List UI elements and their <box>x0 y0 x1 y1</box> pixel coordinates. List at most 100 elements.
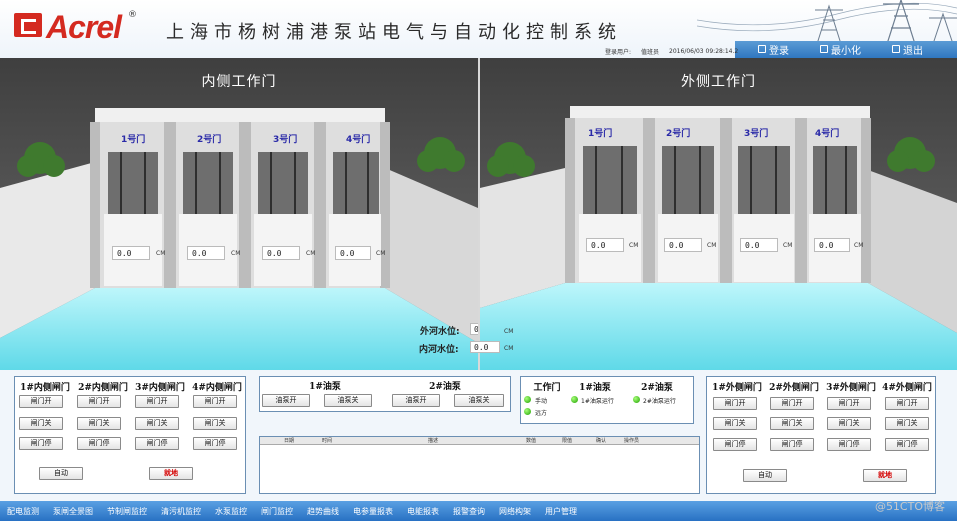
inner-gate-4-close-button[interactable]: 闸门关 <box>193 417 237 430</box>
nav-distribution[interactable]: 配电监测 <box>0 506 46 517</box>
outer-local-button[interactable]: 就地 <box>863 469 907 482</box>
inner-auto-button[interactable]: 自动 <box>39 467 83 480</box>
exit-label: 退出 <box>903 45 923 57</box>
outer-gate-1-label: 1号门 <box>588 129 613 139</box>
event-log-table: 日期 时间 描述 数值 限值 确认 操作员 <box>259 436 700 494</box>
outer-gate-3-open-button[interactable]: 闸门开 <box>827 397 871 410</box>
inner-scene-drawing <box>0 58 478 370</box>
status-pump2-header: 2#油泵 <box>641 383 673 393</box>
work-gate-header: 工作门 <box>533 383 561 393</box>
pump1-header: 1#油泵 <box>309 382 341 392</box>
inner-river-level-value: 0.0 <box>470 341 500 353</box>
watermark: @51CTO博客 <box>874 500 945 513</box>
outer-gate-3-label: 3号门 <box>744 129 769 139</box>
inner-level-unit: CM <box>504 345 514 352</box>
inner-gate-3-close-button[interactable]: 闸门关 <box>135 417 179 430</box>
pump2-run-indicator-icon <box>633 396 640 403</box>
inner-col-4-header: 4#内侧闸门 <box>192 383 242 393</box>
status-pump1-header: 1#油泵 <box>579 383 611 393</box>
col-confirm: 确认 <box>596 438 607 444</box>
inner-gate-4-reading: 0.0 <box>335 246 371 260</box>
inner-river-level-label: 内河水位: <box>419 345 459 355</box>
outer-gate-4-close-button[interactable]: 闸门关 <box>885 417 929 430</box>
inner-local-button[interactable]: 就地 <box>149 467 193 480</box>
nav-network[interactable]: 网络构架 <box>492 506 538 517</box>
outer-gate-1-open-button[interactable]: 闸门开 <box>713 397 757 410</box>
nav-alarm[interactable]: 报警查询 <box>446 506 492 517</box>
outer-gate-2-stop-button[interactable]: 闸门停 <box>770 438 814 451</box>
pump2-run-label: 2#油泵运行 <box>643 398 676 405</box>
pump2-header: 2#油泵 <box>429 382 461 392</box>
inner-gate-3-open-button[interactable]: 闸门开 <box>135 395 179 408</box>
outer-gate-2-open-button[interactable]: 闸门开 <box>770 397 814 410</box>
inner-gate-2-open-button[interactable]: 闸门开 <box>77 395 121 408</box>
minimize-icon <box>820 45 828 53</box>
datetime: 2016/06/03 09:28:14.2 <box>669 47 739 55</box>
nav-trash-rack[interactable]: 清污机监控 <box>154 506 208 517</box>
nav-overview[interactable]: 泵闸全景图 <box>46 506 100 517</box>
outer-gate-1-close-button[interactable]: 闸门关 <box>713 417 757 430</box>
outer-gate-2-label: 2号门 <box>666 129 691 139</box>
pump2-start-button[interactable]: 油泵开 <box>392 394 440 407</box>
inner-gate-1-close-button[interactable]: 闸门关 <box>19 417 63 430</box>
inner-gate-2-stop-button[interactable]: 闸门停 <box>77 437 121 450</box>
outer-gate-3-stop-button[interactable]: 闸门停 <box>827 438 871 451</box>
outer-gate-1-unit: CM <box>629 242 639 249</box>
outer-gate-2-reading: 0.0 <box>664 238 702 252</box>
bottom-navbar: 配电监测 泵闸全景图 节制闸监控 清污机监控 水泵监控 闸门监控 趋势曲线 电参… <box>0 501 957 521</box>
outer-gate-2-close-button[interactable]: 闸门关 <box>770 417 814 430</box>
outer-gate-4-open-button[interactable]: 闸门开 <box>885 397 929 410</box>
outer-auto-button[interactable]: 自动 <box>743 469 787 482</box>
inner-gate-3-stop-button[interactable]: 闸门停 <box>135 437 179 450</box>
login-button[interactable]: 登录 <box>758 41 789 57</box>
exit-button[interactable]: 退出 <box>892 41 923 57</box>
inner-gate-2-label: 2号门 <box>197 135 222 145</box>
pump1-stop-button[interactable]: 油泵关 <box>324 394 372 407</box>
minimize-button[interactable]: 最小化 <box>820 41 861 57</box>
outer-level-unit: CM <box>504 328 514 335</box>
outer-gate-3-close-button[interactable]: 闸门关 <box>827 417 871 430</box>
event-log-header: 日期 时间 描述 数值 限值 确认 操作员 <box>260 437 699 445</box>
outer-gate-4-stop-button[interactable]: 闸门停 <box>885 438 929 451</box>
remote-label: 远方 <box>535 410 548 417</box>
inner-gate-2-reading: 0.0 <box>187 246 225 260</box>
nav-user-mgmt[interactable]: 用户管理 <box>538 506 584 517</box>
inner-gate-4-stop-button[interactable]: 闸门停 <box>193 437 237 450</box>
nav-pump[interactable]: 水泵监控 <box>208 506 254 517</box>
inner-gate-3-reading: 0.0 <box>262 246 300 260</box>
nav-param-report[interactable]: 电参量报表 <box>346 506 400 517</box>
outer-river-level-value: 0.0 <box>470 323 478 335</box>
outer-gate-4-unit: CM <box>854 242 864 249</box>
pump-control-panel: 1#油泵 2#油泵 油泵开 油泵关 油泵开 油泵关 <box>259 376 511 412</box>
outer-col-1-header: 1#外侧闸门 <box>712 383 762 393</box>
inner-gate-2-close-button[interactable]: 闸门关 <box>77 417 121 430</box>
inner-gate-scene: 内侧工作门 1号门 2号门 3号门 4号门 0.0 CM 0.0 CM 0.0 … <box>0 58 478 370</box>
outer-gate-4-label: 4号门 <box>815 129 840 139</box>
col-date: 日期 <box>284 438 295 444</box>
outer-river-level-label: 外河水位: <box>420 327 460 337</box>
app-header: Acrel ® 上海市杨树浦港泵站电气与自动化控制系统 登录用户: 值班员 20… <box>0 0 957 58</box>
inner-gate-4-label: 4号门 <box>346 135 371 145</box>
remote-indicator-icon <box>524 408 531 415</box>
acrel-logo-icon <box>14 13 42 37</box>
inner-gate-1-stop-button[interactable]: 闸门停 <box>19 437 63 450</box>
nav-control-gate[interactable]: 节制闸监控 <box>100 506 154 517</box>
inner-gate-4-open-button[interactable]: 闸门开 <box>193 395 237 408</box>
nav-gate[interactable]: 闸门监控 <box>254 506 300 517</box>
nav-trend[interactable]: 趋势曲线 <box>300 506 346 517</box>
pump1-start-button[interactable]: 油泵开 <box>262 394 310 407</box>
pump1-run-label: 1#油泵运行 <box>581 398 614 405</box>
pump2-stop-button[interactable]: 油泵关 <box>454 394 504 407</box>
manual-label: 手动 <box>535 398 548 405</box>
pump-status-panel: 工作门 1#油泵 2#油泵 手动 远方 1#油泵运行 2#油泵运行 <box>520 376 694 424</box>
outer-scene-title: 外侧工作门 <box>681 74 756 90</box>
outer-gate-1-stop-button[interactable]: 闸门停 <box>713 438 757 451</box>
inner-gate-1-open-button[interactable]: 闸门开 <box>19 395 63 408</box>
outer-col-4-header: 4#外侧闸门 <box>882 383 932 393</box>
outer-gate-2-unit: CM <box>707 242 717 249</box>
outer-col-3-header: 3#外侧闸门 <box>826 383 876 393</box>
power-tower-icon <box>697 0 957 44</box>
nav-energy-report[interactable]: 电能报表 <box>400 506 446 517</box>
inner-gate-1-unit: CM <box>156 250 166 257</box>
inner-col-1-header: 1#内侧闸门 <box>20 383 70 393</box>
